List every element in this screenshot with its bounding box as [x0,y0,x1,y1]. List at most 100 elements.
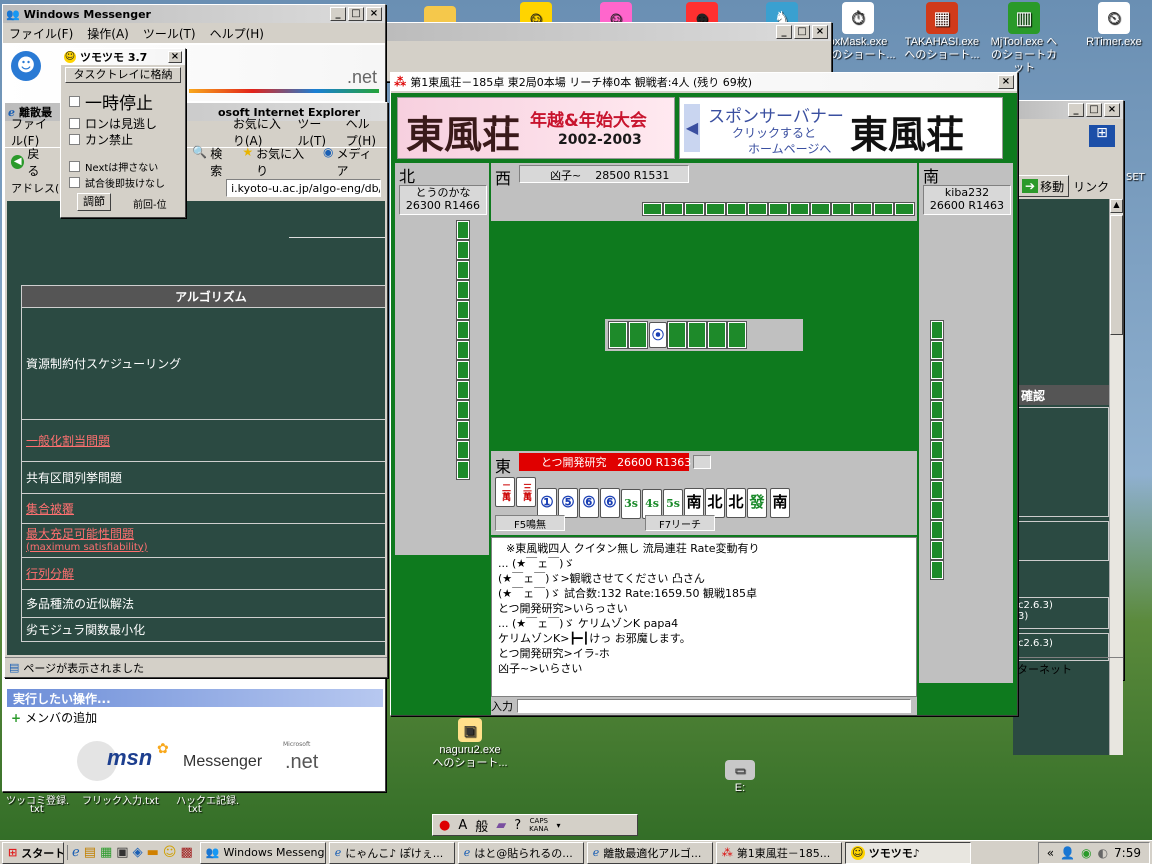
scroll-up-button[interactable]: ▲ [1110,199,1123,213]
hand-tile[interactable]: ⑤ [558,487,578,518]
next-no-checkbox[interactable]: Nextは押さない [69,159,158,174]
east-hand-tiles[interactable]: 二萬 三萬① ⑤ ⑥ ⑥ 3s 4s 5s 南北北發南 [495,477,791,519]
app-launch-icon[interactable]: ▦ [100,845,112,860]
chat-input[interactable] [517,699,911,713]
menu-action[interactable]: 操作(A) [87,25,129,42]
hand-tile[interactable]: 三萬 [516,477,536,507]
event-banner[interactable]: 東風荘 年越&年始大会 2002-2003 [397,97,675,159]
maximize-button[interactable]: □ [1086,103,1102,117]
ime-menu-icon[interactable]: ▾ [556,821,560,830]
tray-button[interactable]: タスクトレイに格納 [65,67,181,83]
menu-file[interactable]: ファイル(F) [9,25,73,42]
riichi-toggle[interactable]: F7リーチ [645,515,715,531]
hand-tile[interactable]: 北 [726,487,746,518]
taskbar-button-ie2[interactable]: ℯ はと@貼られるの... [457,841,584,864]
desktop-icon-takahasi[interactable]: ▦ TAKAHASI.exe へのショート... [904,2,980,62]
scroll-thumb[interactable] [1110,215,1123,335]
leave-after-checkbox[interactable]: 試合後即抜けなし [69,175,165,190]
minimize-button[interactable]: _ [330,7,346,21]
pause-checkbox[interactable]: 一時停止 [69,89,153,114]
hand-tile[interactable]: ⑥ [600,487,620,518]
address-input[interactable]: i.kyoto-u.ac.jp/algo-eng/db/opt.html [226,179,381,197]
desktop-icon-drive-e[interactable]: ▭ E: [702,760,778,795]
right-background-window[interactable]: _ □ × ⊞ ➔ 移動 リンク 確認 c2.6.3) 3) c2.6.3) ▲ タ… [1012,100,1124,755]
hand-tile[interactable]: 二萬 [495,477,515,507]
favorites-button[interactable]: ★ お気に入り [242,145,313,179]
folder-launch-icon[interactable]: ▬ [147,845,159,860]
close-button[interactable]: × [1104,103,1120,117]
menu-tools[interactable]: ツール(T) [143,25,196,42]
minimize-button[interactable]: _ [1068,103,1084,117]
background-window-titlebar[interactable]: _ □ × [387,23,831,41]
no-call-toggle[interactable]: F5鳴無 [495,515,565,531]
console-launch-icon[interactable]: ▣ [116,845,128,860]
sponsor-banner[interactable]: ◀ スポンサーバナー クリックすると ホームページへ 東風荘 [679,97,1003,159]
algorithm-link[interactable]: 集合被覆 [26,502,74,516]
network-tray-icon[interactable]: ◉ [1081,846,1091,860]
hand-tile[interactable]: 發 [747,487,767,518]
face-launch-icon[interactable]: ☺ [163,845,177,860]
close-button[interactable]: × [812,25,828,39]
dictionary-icon[interactable]: ▰ [496,818,506,833]
kan-ban-checkbox[interactable]: カン禁止 [69,131,133,148]
taskbar-button-messenger[interactable]: 👥 Windows Messenger [199,841,326,864]
algorithm-link[interactable]: 行列分解 [26,567,74,581]
ron-skip-checkbox[interactable]: ロンは見逃し [69,115,157,132]
game-launch-icon[interactable]: ▩ [180,845,192,860]
maximize-button[interactable]: □ [348,7,364,21]
action-header[interactable]: 実行したい操作... [7,689,383,707]
taskbar-button-mahjong[interactable]: ⁂ 第1東風荘－185... [715,841,842,864]
hand-tile[interactable]: 北 [705,487,725,518]
tsumotsumo-window[interactable]: ☺ ツモツモ 3.7 × タスクトレイに格納 一時停止 ロンは見逃し カン禁止 … [60,48,186,218]
close-button[interactable]: × [998,75,1014,89]
search-button[interactable]: 🔍 検索 [192,145,232,179]
mahjong-window[interactable]: ⁂ 第1東風荘－185卓 東2局0本場 リーチ棒0本 観戦者:4人 (残り 69… [390,72,1018,716]
hand-tile[interactable]: 5s [663,488,683,519]
file-launch-icon[interactable]: ▤ [84,845,96,860]
taskbar-button-tsumotsumo[interactable]: ☺ ツモツモ♪ [844,841,971,864]
start-button[interactable]: ⊞ スタート [2,841,64,864]
volume-tray-icon[interactable]: ◐ [1098,846,1108,860]
hand-tile[interactable]: 4s [642,488,662,519]
tsumotsumo-titlebar[interactable]: ☺ ツモツモ 3.7 × [61,49,185,65]
desktop-icon-mjtool[interactable]: ▥ MjTool.exe へ のショートカット [986,2,1062,75]
hand-tile[interactable]: 3s [621,488,641,519]
tray-expand-icon[interactable]: « [1047,846,1054,860]
ie-launch-icon[interactable]: ℯ [72,845,80,860]
hand-tile[interactable]: ⑥ [579,487,599,518]
hand-tile[interactable]: 南 [684,487,704,518]
banner-arrow-icon: ◀ [684,104,700,152]
tool-launch-icon[interactable]: ◈ [133,845,143,860]
desktop-icon-rtimer[interactable]: ⏲ RTimer.exe [1076,2,1152,49]
minimize-button[interactable]: _ [776,25,792,39]
maximize-button[interactable]: □ [794,25,810,39]
conversion-mode-indicator[interactable]: 般 [475,816,488,835]
help-icon[interactable]: ? [514,818,521,833]
user-avatar-icon[interactable]: ☻ [11,51,41,81]
links-label[interactable]: リンク [1071,175,1111,197]
input-mode-indicator[interactable]: A [458,818,467,833]
close-button[interactable]: × [366,7,382,21]
taskbar-button-ie3[interactable]: ℯ 離散最適化アルゴ... [586,841,713,864]
taskbar-button-ie1[interactable]: ℯ にゃんこ♪ ぽけぇ... [328,841,455,864]
algorithm-link[interactable]: 一般化割当問題 [26,434,110,448]
messenger-titlebar[interactable]: 👥 Windows Messenger _ □ × [3,5,385,23]
media-button[interactable]: ◉ メディア [323,145,381,179]
close-button[interactable]: × [168,51,182,63]
add-member-link[interactable]: + メンバの追加 [11,709,97,726]
go-button[interactable]: ➔ 移動 [1017,175,1070,197]
hand-tile[interactable]: ① [537,487,557,518]
clock[interactable]: 7:59 [1114,846,1141,860]
algorithm-link-subtitle[interactable]: (maximum satisfiability) [26,542,148,553]
mahjong-titlebar[interactable]: ⁂ 第1東風荘－185卓 東2局0本場 リーチ棒0本 観戦者:4人 (残り 69… [391,73,1017,91]
messenger-tray-icon[interactable]: 👤 [1060,846,1075,860]
right-window-titlebar[interactable]: _ □ × [1013,101,1123,119]
back-button[interactable]: ◀ 戻る [11,145,50,179]
ime-icon[interactable]: ● [439,818,450,833]
algorithm-link[interactable]: 最大充足可能性問題 [26,527,134,541]
chat-log[interactable]: ※東風戦四人 クイタン無し 流局連荘 Rate変動有り ... (★￣ェ￣)ゞ … [491,537,917,697]
desktop-icon-naguru2[interactable]: ▣ naguru2.exe へのショート... [432,718,508,770]
menu-help[interactable]: ヘルプ(H) [210,25,264,42]
adjust-button[interactable]: 調節 [77,193,111,211]
hand-tile[interactable]: 南 [770,487,790,518]
